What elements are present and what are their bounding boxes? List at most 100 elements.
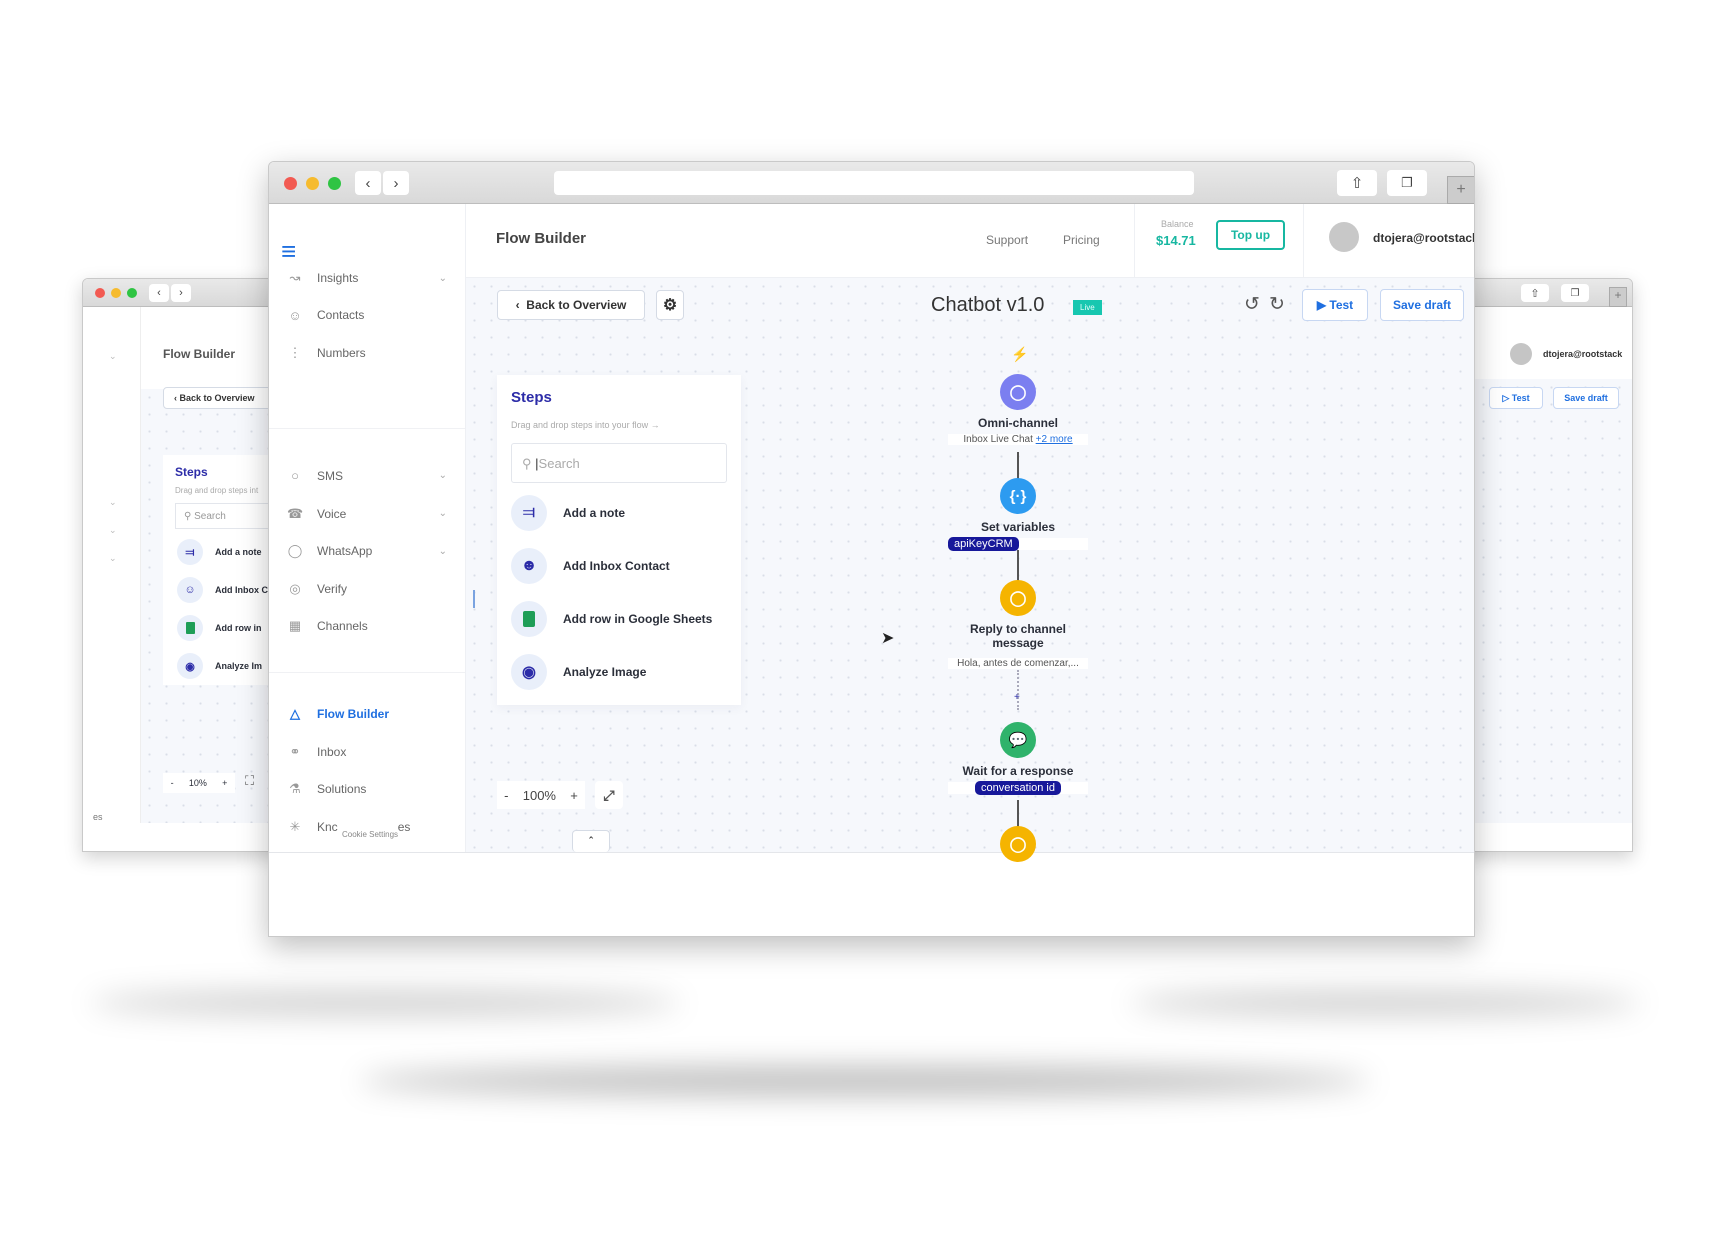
test-button[interactable]: ▶ Test — [1302, 289, 1368, 321]
step-item[interactable]: ◉ Analyze Im — [177, 653, 262, 679]
test-button[interactable]: ▷ Test — [1489, 387, 1543, 409]
step-item[interactable]: ⫤ Add a note — [177, 539, 262, 565]
sidebar-item-voice[interactable]: ☎ Voice ⌄ — [287, 506, 447, 522]
undo-icon[interactable]: ↺ — [1244, 293, 1260, 316]
chevron-up-icon: ˆ — [589, 835, 593, 848]
logo-icon: ≡ — [281, 236, 297, 266]
collapse-panel-button[interactable]: ˆ — [572, 830, 610, 852]
sidebar-item-numbers[interactable]: ⋮ Numbers — [287, 345, 447, 361]
channels-icon: ▦ — [288, 618, 302, 633]
settings-button[interactable]: ⚙ — [656, 290, 684, 320]
pricing-link[interactable]: Pricing — [1063, 233, 1100, 247]
avatar[interactable] — [1329, 222, 1359, 252]
flow-node-title[interactable]: Set variables — [938, 520, 1098, 534]
browser-window: ‹ › ⇧ ❐ + ≡ Cookie Settings ↝ Insights ⌄ ☺ C… — [268, 161, 1475, 937]
sidebar-item-contacts[interactable]: ☺ Contacts — [287, 308, 447, 323]
zoom-level: 10% — [188, 778, 207, 788]
tabs-icon[interactable]: ❐ — [1387, 170, 1427, 196]
new-tab-button[interactable]: + — [1447, 176, 1474, 204]
sidebar-item-solutions[interactable]: ⚗ Solutions — [287, 781, 447, 797]
user-email[interactable]: dtojera@rootstack — [1373, 231, 1474, 245]
sidebar-item-flow-builder[interactable]: △ Flow Builder — [287, 706, 447, 722]
sidebar-item-channels[interactable]: ▦ Channels — [287, 618, 447, 634]
flow-node-icon[interactable]: ◯ — [1000, 580, 1036, 616]
nodes-icon: ✳ — [289, 818, 301, 834]
new-tab-button[interactable]: + — [1609, 287, 1627, 307]
zoom-out-button[interactable]: - — [504, 788, 508, 803]
back-to-overview-button[interactable]: ‹ Back to Overview — [497, 290, 645, 320]
address-bar[interactable] — [554, 171, 1194, 195]
zoom-out-button[interactable]: - — [171, 778, 174, 788]
zoom-in-button[interactable]: + — [222, 778, 227, 788]
sidebar-item-verify[interactable]: ◎ Verify — [287, 581, 447, 597]
top-up-button[interactable]: Top up — [1216, 220, 1285, 250]
step-item[interactable]: ⫤ Add a note — [511, 495, 625, 531]
add-step-icon[interactable]: + — [1014, 692, 1020, 703]
forward-nav-button[interactable]: › — [383, 171, 409, 195]
sidebar-item-knc[interactable]: ✳ Knc es — [287, 819, 447, 835]
variable-pill: conversation id — [975, 781, 1061, 795]
chevron-down-icon: ⌄ — [109, 525, 117, 535]
flow-node-title[interactable]: Reply to channel message — [963, 622, 1073, 650]
sheets-icon — [177, 615, 203, 641]
sidebar-item-sms[interactable]: ○ SMS ⌄ — [287, 468, 447, 483]
step-item[interactable]: Add row in — [177, 615, 262, 641]
step-item[interactable]: ◉ Analyze Image — [511, 654, 646, 690]
zoom-dot[interactable] — [328, 177, 341, 190]
step-label: Add a note — [563, 506, 625, 520]
share-icon[interactable]: ⇧ — [1521, 284, 1549, 302]
button-label: Top up — [1230, 228, 1271, 242]
redo-icon[interactable]: ↻ — [1269, 293, 1285, 316]
flow-node-title[interactable]: Wait for a response — [938, 764, 1098, 778]
flow-node-icon[interactable]: {·} — [1000, 478, 1036, 514]
flow-node-icon[interactable]: ◯ — [1000, 826, 1036, 862]
back-nav-button[interactable]: ‹ — [355, 171, 381, 195]
expand-icon: ⤢ — [603, 786, 615, 803]
save-draft-button[interactable]: Save draft — [1553, 387, 1619, 409]
step-item[interactable]: ☻ Add Inbox Contact — [511, 548, 670, 584]
page-title: Flow Builder — [496, 230, 586, 247]
pin-icon: ⫤ — [511, 495, 547, 531]
step-label: Add Inbox C — [215, 585, 268, 595]
user-email: dtojera@rootstack — [1543, 349, 1623, 359]
back-nav-button[interactable]: ‹ — [149, 284, 169, 302]
chevron-down-icon: ⌄ — [109, 351, 117, 361]
share-icon[interactable]: ⇧ — [1337, 170, 1377, 196]
chevron-down-icon: ⌄ — [438, 272, 447, 284]
sidebar-item-whatsapp[interactable]: ◯ WhatsApp ⌄ — [287, 543, 447, 559]
search-icon: ⚲ — [522, 456, 532, 471]
sidebar-item-label: Knc — [317, 819, 338, 834]
sidebar-item-insights[interactable]: ↝ Insights ⌄ — [287, 270, 447, 286]
button-label: Save draft — [1564, 393, 1608, 403]
back-to-overview-button[interactable]: ‹ Back to Overview — [163, 387, 283, 409]
more-channels-link[interactable]: +2 more — [1036, 434, 1073, 445]
search-input[interactable]: ⚲ |Search — [511, 443, 727, 483]
chart-icon: ↝ — [289, 270, 301, 285]
fit-view-button[interactable]: ⤢ — [595, 781, 623, 809]
flow-icon: △ — [290, 706, 300, 721]
sidebar-item-inbox[interactable]: ⚭ Inbox — [287, 744, 447, 760]
avatar[interactable] — [1510, 343, 1532, 365]
play-icon: ▶ — [1316, 298, 1327, 312]
flow-node-title[interactable]: Omni-channel — [938, 416, 1098, 430]
sidebar-item-label: Inbox — [317, 744, 347, 759]
forward-nav-button[interactable]: › — [171, 284, 191, 302]
step-item[interactable]: Add row in Google Sheets — [511, 601, 712, 637]
zoom-in-button[interactable]: + — [570, 788, 578, 803]
window-shadow — [360, 1066, 1370, 1096]
close-dot[interactable] — [284, 177, 297, 190]
minimize-dot[interactable] — [306, 177, 319, 190]
flow-node-icon[interactable]: ◯ — [1000, 374, 1036, 410]
variable-pill: apiKeyCRM — [948, 537, 1019, 551]
top-header: Flow Builder Support Pricing Balance $14… — [466, 204, 1474, 278]
button-label: Test — [1329, 298, 1354, 312]
steps-hint: Drag and drop steps int — [175, 486, 259, 495]
flow-node-icon[interactable]: 💬 — [1000, 722, 1036, 758]
tabs-icon[interactable]: ❐ — [1561, 284, 1589, 302]
sidebar-label-fragment: es — [397, 819, 411, 834]
fit-view-icon[interactable]: ⛶ — [245, 773, 254, 789]
step-item[interactable]: ☺ Add Inbox C — [177, 577, 268, 603]
support-link[interactable]: Support — [986, 233, 1028, 247]
resize-handle[interactable] — [473, 590, 475, 608]
save-draft-button[interactable]: Save draft — [1380, 289, 1464, 321]
